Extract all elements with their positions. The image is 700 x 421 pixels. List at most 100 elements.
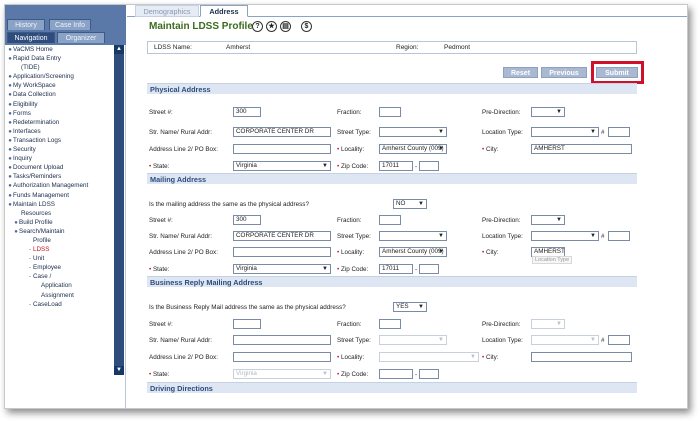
sidebar-item[interactable]: ●Data Collection	[5, 90, 113, 99]
sidebar-item[interactable]: - CaseLoad	[5, 300, 113, 309]
ldss-info-box: LDSS Name: Amherst Region: Pedmont	[147, 41, 637, 54]
sidebar-item[interactable]: ●Redetermination	[5, 118, 113, 127]
mailing-zip-ext-input[interactable]	[419, 264, 439, 274]
sidebar-item[interactable]: ●Application/Screening	[5, 72, 113, 81]
street-num-label: Street #:	[149, 109, 173, 116]
business-zip-ext-input[interactable]	[419, 369, 439, 379]
unit-number-input[interactable]	[608, 127, 630, 137]
mailing-str-name-input[interactable]: CORPORATE CENTER DR	[233, 231, 331, 241]
sidebar-item[interactable]: ●Document Upload	[5, 163, 113, 172]
business-address-line2-input[interactable]	[233, 352, 331, 362]
mailing-locality-select[interactable]: Amherst County (009) ▼	[379, 247, 447, 257]
sidebar-item[interactable]: - LDSS	[5, 245, 113, 254]
region-value: Pedmont	[444, 44, 471, 51]
tab-demographics[interactable]: Demographics	[135, 5, 199, 17]
locality-select[interactable]: Amherst County (009) ▼	[379, 144, 447, 154]
business-reply-header: Business Reply Mailing Address	[147, 276, 637, 287]
sidebar-item-label: Transaction Logs	[13, 136, 62, 144]
chevron-down-icon: ▼	[438, 233, 444, 239]
sidebar-item[interactable]: ●Inquiry	[5, 154, 113, 163]
print-icon[interactable]: ▤	[280, 21, 291, 32]
mailing-street-type-select[interactable]: ▼	[379, 231, 447, 241]
mailing-same-question: Is the mailing address the same as the p…	[149, 201, 309, 208]
tab-address[interactable]: Address	[200, 5, 248, 17]
zip-ext-input[interactable]	[419, 161, 439, 171]
pre-direction-label: Pre-Direction:	[482, 109, 521, 116]
mailing-street-num-input[interactable]: 300	[233, 215, 261, 225]
sidebar: History Case Info Navigation Organizer ●…	[5, 5, 126, 408]
previous-button[interactable]: Previous	[541, 67, 587, 78]
business-city-input[interactable]	[531, 352, 632, 362]
zip-input[interactable]: 17011	[379, 161, 413, 171]
dollar-icon[interactable]: $	[301, 21, 312, 32]
sidebar-item-label: Profile	[33, 236, 51, 244]
mailing-state-select[interactable]: Virginia ▼	[233, 264, 331, 274]
street-type-select[interactable]: ▼	[379, 127, 447, 137]
sidebar-scrollbar[interactable]: ▲ ▼	[114, 45, 124, 375]
sidebar-item[interactable]: - Employee	[5, 263, 113, 272]
reset-button[interactable]: Reset	[503, 67, 538, 78]
sidebar-item[interactable]: ●Build Profile	[5, 218, 113, 227]
help-icon[interactable]: ?	[252, 21, 263, 32]
location-type-select[interactable]: ▼	[531, 127, 599, 137]
sidebar-item[interactable]: - Case /	[5, 272, 113, 281]
str-name-input[interactable]: CORPORATE CENTER DR	[233, 127, 331, 137]
sidebar-item[interactable]: ●Authorization Management	[5, 181, 113, 190]
business-state-select[interactable]: Virginia ▼	[233, 369, 331, 379]
star-icon[interactable]: ★	[266, 21, 277, 32]
city-input[interactable]: AMHERST	[531, 144, 632, 154]
business-same-select[interactable]: YES ▼	[393, 302, 427, 312]
pre-direction-select[interactable]: ▼	[531, 107, 565, 117]
mailing-fraction-input[interactable]	[379, 215, 401, 225]
business-str-name-input[interactable]	[233, 335, 331, 345]
sidebar-item[interactable]: - Unit	[5, 254, 113, 263]
sidebar-item[interactable]: ●Maintain LDSS	[5, 200, 113, 209]
tab-history[interactable]: History	[7, 19, 45, 30]
business-zip-input[interactable]	[379, 369, 413, 379]
business-pre-direction-select[interactable]: ▼	[531, 319, 565, 329]
address-line2-input[interactable]	[233, 144, 331, 154]
mailing-address-line2-input[interactable]	[233, 247, 331, 257]
mailing-unit-number-input[interactable]	[608, 231, 630, 241]
business-fraction-input[interactable]	[379, 319, 401, 329]
state-select[interactable]: Virginia ▼	[233, 161, 331, 171]
sidebar-item[interactable]: ●Funds Management	[5, 191, 113, 200]
scroll-up-icon[interactable]: ▲	[114, 45, 124, 54]
sidebar-item[interactable]: ●Search/Maintain	[5, 227, 113, 236]
tab-navigation[interactable]: Navigation	[7, 32, 55, 43]
sidebar-item[interactable]: ●Transaction Logs	[5, 136, 113, 145]
sidebar-item: Application	[5, 281, 113, 290]
business-street-num-input[interactable]	[233, 319, 261, 329]
sidebar-item[interactable]: ●Tasks/Reminders	[5, 172, 113, 181]
mailing-pre-direction-label: Pre-Direction:	[482, 217, 521, 224]
top-tabs: Demographics Address	[127, 5, 687, 17]
mailing-zip-label: • Zip Code:	[337, 266, 369, 273]
fraction-input[interactable]	[379, 107, 401, 117]
chevron-down-icon: ▼	[470, 354, 476, 360]
sidebar-item[interactable]: ●VaCMS Home	[5, 45, 113, 54]
business-zip-label: • Zip Code:	[337, 371, 369, 378]
sidebar-item[interactable]: ●Security	[5, 145, 113, 154]
mailing-zip-input[interactable]: 17011	[379, 264, 413, 274]
tab-case-info[interactable]: Case Info	[49, 19, 91, 30]
address-line2-label: Address Line 2/ PO Box:	[149, 146, 218, 153]
sidebar-item[interactable]: ●Forms	[5, 109, 113, 118]
scroll-down-icon[interactable]: ▼	[114, 366, 124, 375]
mailing-location-type-select[interactable]: ▼	[531, 231, 599, 241]
sidebar-item[interactable]: ●Rapid Data Entry	[5, 54, 113, 63]
sidebar-item-label: Case /	[33, 273, 52, 281]
business-location-type-select[interactable]: ▼	[531, 335, 599, 345]
sidebar-item[interactable]: ●Eligibility	[5, 100, 113, 109]
business-street-type-label: Street Type:	[337, 337, 371, 344]
sidebar-item-label: Funds Management	[13, 191, 70, 199]
sidebar-item[interactable]: ●My WorkSpace	[5, 81, 113, 90]
street-num-input[interactable]: 300	[233, 107, 261, 117]
mailing-same-select[interactable]: NO ▼	[393, 199, 427, 209]
sidebar-item-label: Redetermination	[13, 118, 60, 126]
mailing-pre-direction-select[interactable]: ▼	[531, 215, 565, 225]
business-unit-number-input[interactable]	[608, 335, 630, 345]
tab-organizer[interactable]: Organizer	[57, 32, 105, 43]
sidebar-item[interactable]: ●Interfaces	[5, 127, 113, 136]
business-street-type-select[interactable]: ▼	[379, 335, 447, 345]
business-locality-select[interactable]: ▼	[379, 352, 479, 362]
